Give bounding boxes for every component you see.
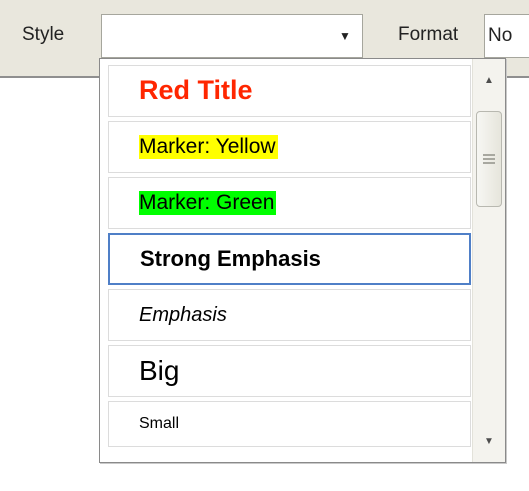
style-item-label: Small <box>139 415 180 433</box>
style-item-small[interactable]: Small <box>108 401 471 447</box>
style-item-big[interactable]: Big <box>108 345 471 397</box>
style-item-marker-yellow[interactable]: Marker: Yellow <box>108 121 471 173</box>
chevron-down-icon[interactable]: ▼ <box>328 15 362 57</box>
style-combo[interactable]: ▼ <box>101 14 363 58</box>
style-item-emphasis[interactable]: Emphasis <box>108 289 471 341</box>
style-dropdown-panel: Red Title Marker: Yellow Marker: Green S… <box>99 58 506 463</box>
vertical-scrollbar[interactable]: ▲ ▼ <box>472 59 505 462</box>
style-item-label: Marker: Yellow <box>139 135 278 159</box>
style-item-label: Red Title <box>139 75 253 106</box>
style-label: Style <box>22 24 65 45</box>
scrollbar-thumb[interactable] <box>476 111 502 207</box>
format-combo-value: No <box>488 25 513 46</box>
style-item-label: Strong Emphasis <box>140 245 321 271</box>
style-item-label: Marker: Green <box>139 191 277 215</box>
style-item-strong-emphasis[interactable]: Strong Emphasis <box>108 233 471 285</box>
scroll-down-icon[interactable]: ▼ <box>474 424 504 458</box>
style-item-marker-green[interactable]: Marker: Green <box>108 177 471 229</box>
format-combo[interactable]: No <box>484 14 529 58</box>
format-label: Format <box>398 24 459 45</box>
style-item-label: Emphasis <box>139 304 227 326</box>
style-list: Red Title Marker: Yellow Marker: Green S… <box>108 65 471 451</box>
scroll-up-icon[interactable]: ▲ <box>474 63 504 97</box>
grip-icon <box>483 152 495 166</box>
style-item-red-title[interactable]: Red Title <box>108 65 471 117</box>
style-item-label: Big <box>139 354 180 386</box>
